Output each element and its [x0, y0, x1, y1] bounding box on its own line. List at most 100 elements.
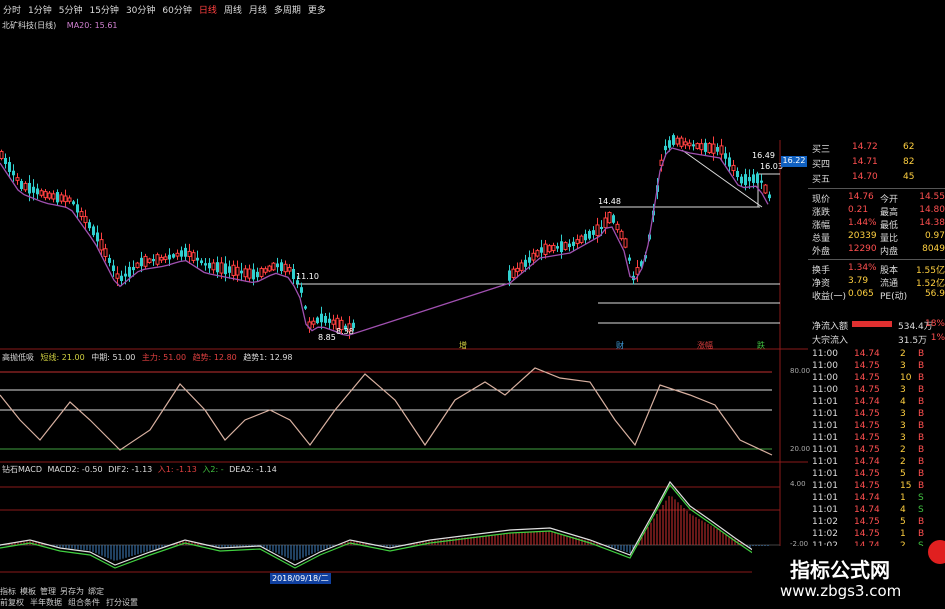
event-marker[interactable]: 涨幅: [697, 340, 713, 351]
tick-p: 14.75: [854, 421, 880, 431]
tick-v: 1: [900, 529, 906, 539]
book-volume: 45: [903, 172, 915, 182]
tick-t: 11:02: [812, 517, 838, 527]
tick-s: B: [918, 481, 925, 491]
status-item[interactable]: 打分设置: [106, 597, 138, 609]
watermark: 指标公式网 www.zbgs3.com: [752, 540, 945, 609]
tick-p: 14.75: [854, 481, 880, 491]
indicator1-value: 趋势: 12.80: [192, 353, 237, 362]
book-volume: 82: [903, 157, 915, 167]
stat-value: 12290: [848, 244, 877, 254]
tick-p: 14.75: [854, 517, 880, 527]
event-marker[interactable]: 跌: [757, 340, 765, 351]
tick-v: 3: [900, 385, 906, 395]
quote-row: 收益(一) 0.065 PE(动) 56.9: [808, 288, 945, 302]
bottom-tab[interactable]: 指标: [0, 586, 16, 597]
tick-t: 11:01: [812, 481, 838, 491]
watermark-title: 指标公式网: [790, 558, 890, 582]
bottom-tab[interactable]: 绑定: [88, 586, 104, 597]
status-item[interactable]: 组合条件: [68, 597, 100, 609]
tick-s: B: [918, 517, 925, 527]
tick-v: 1: [900, 493, 906, 503]
stat-label: 外盘: [812, 247, 831, 257]
tick-p: 14.74: [854, 397, 880, 407]
book-price: 14.71: [852, 157, 878, 167]
indicator2-value: 入2: -: [202, 465, 224, 474]
tick-v: 15: [900, 481, 912, 491]
flow-label: 大宗流入: [812, 336, 849, 346]
stat-value: 0.065: [848, 289, 874, 299]
bottom-tab[interactable]: 另存为: [60, 586, 84, 597]
tick-v: 3: [900, 409, 906, 419]
tick-p: 14.75: [854, 469, 880, 479]
status-item[interactable]: 前复权: [0, 597, 24, 609]
tick-p: 14.75: [854, 409, 880, 419]
indicator2-value: DIF2: -1.13: [108, 465, 153, 474]
quote-row: 大宗流入 31.5万 1%: [808, 332, 945, 346]
book-label: 买五: [812, 175, 831, 185]
status-item[interactable]: 半年数据: [30, 597, 62, 609]
low-price-label: 8.38: [336, 327, 354, 336]
flow-percent: 18%: [924, 319, 945, 329]
tick-p: 14.74: [854, 457, 880, 467]
low-price-label-2: 8.85: [318, 333, 336, 342]
tick-v: 5: [900, 469, 906, 479]
quote-row: 净资 3.79 流通 1.52亿: [808, 275, 945, 289]
stat-value: 14.55: [919, 192, 945, 202]
tick-p: 14.75: [854, 385, 880, 395]
tick-v: 2: [900, 445, 906, 455]
tick-p: 14.75: [854, 529, 880, 539]
tick-p: 14.75: [854, 361, 880, 371]
tick-s: B: [918, 409, 925, 419]
tick-t: 11:01: [812, 445, 838, 455]
tick-v: 2: [900, 457, 906, 467]
indicator1-name: 高抛低吸: [2, 353, 34, 362]
stat-label: 内盘: [880, 247, 899, 257]
book-label: 买四: [812, 160, 831, 170]
event-marker[interactable]: 增: [459, 340, 467, 351]
prior-high-label: 14.48: [598, 197, 621, 206]
tick-v: 3: [900, 433, 906, 443]
indicator2-value: 入1: -1.13: [157, 465, 197, 474]
stat-value: 14.76: [848, 192, 874, 202]
indicator1-value: 中期: 51.00: [91, 353, 136, 362]
book-price: 14.72: [852, 142, 878, 152]
tick-t: 11:00: [812, 385, 838, 395]
indicator2-name: 钻石MACD: [2, 465, 42, 474]
tick-v: 2: [900, 349, 906, 359]
current-price-tag: 16.22: [781, 156, 807, 167]
axis-label: 80.00: [790, 367, 811, 375]
tick-t: 11:01: [812, 469, 838, 479]
stat-value: 3.79: [848, 276, 869, 286]
tick-s: B: [918, 529, 925, 539]
indicator1-value: 短线: 21.00: [40, 353, 85, 362]
tick-t: 11:01: [812, 505, 838, 515]
quote-panel: 买三 14.72 62 买四 14.71 82 买五 14.70 45 现价 14.76 今开 14.5…: [808, 141, 945, 346]
chart-canvas[interactable]: [0, 0, 808, 609]
stat-value: 20339: [848, 231, 877, 241]
tick-p: 14.74: [854, 349, 880, 359]
book-volume: 62: [903, 142, 915, 152]
tick-v: 3: [900, 361, 906, 371]
inflow-bar: [852, 321, 892, 327]
quote-row: 现价 14.76 今开 14.55: [808, 191, 945, 205]
record-icon: [928, 540, 945, 564]
watermark-url: www.zbgs3.com: [780, 582, 902, 600]
high-price-label: 16.49: [752, 151, 775, 160]
tick-s: B: [918, 349, 925, 359]
tick-t: 11:00: [812, 349, 838, 359]
event-marker[interactable]: 财: [616, 340, 624, 351]
flow-value: 31.5万: [898, 336, 928, 346]
tick-t: 11:01: [812, 409, 838, 419]
bottom-tab[interactable]: 管理: [40, 586, 56, 597]
stat-value: 0.97: [924, 231, 945, 241]
stat-label: PE(动): [880, 292, 908, 302]
tick-s: S: [918, 505, 924, 515]
tick-v: 3: [900, 421, 906, 431]
tick-s: B: [918, 457, 925, 467]
tick-t: 11:01: [812, 421, 838, 431]
stat-value: 8049: [922, 244, 945, 254]
bottom-tab[interactable]: 模板: [20, 586, 36, 597]
tick-v: 4: [900, 397, 906, 407]
indicator1-value: 趋势1: 12.98: [243, 353, 293, 362]
